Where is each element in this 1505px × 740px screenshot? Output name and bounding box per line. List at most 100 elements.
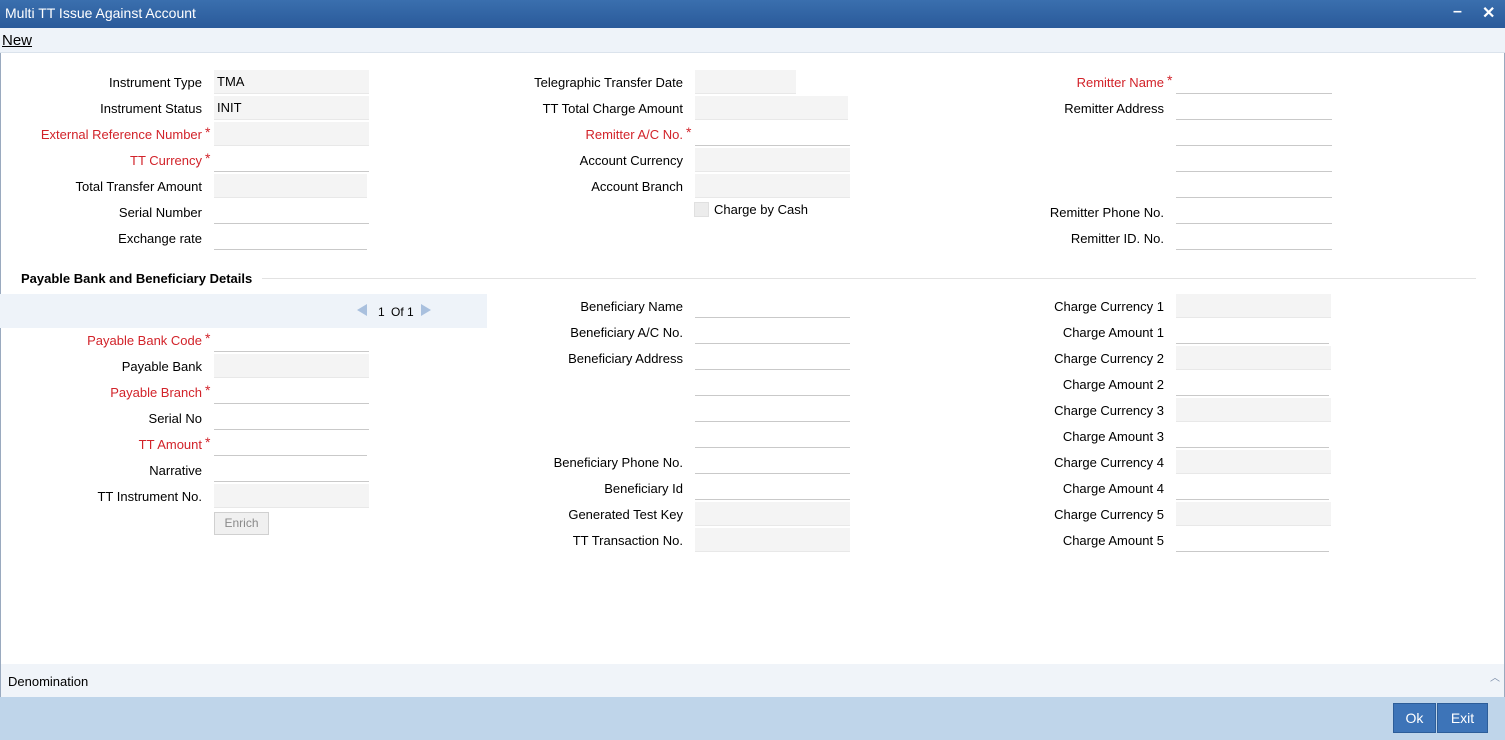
beneficiary-name-label: Beneficiary Name — [580, 299, 683, 314]
exchange-rate-field[interactable] — [214, 226, 367, 250]
remitter-address-label: Remitter Address — [1064, 101, 1164, 116]
exchange-rate-label: Exchange rate — [118, 231, 202, 246]
telegraphic-transfer-date-label: Telegraphic Transfer Date — [534, 75, 683, 90]
minimize-icon[interactable]: – — [1453, 3, 1462, 21]
charge-amount-3-label: Charge Amount 3 — [1062, 429, 1164, 444]
generated-test-key-field — [695, 502, 850, 526]
frame-border-left — [0, 53, 1, 740]
total-transfer-amount-label: Total Transfer Amount — [75, 179, 202, 194]
charge-currency-5-label: Charge Currency 5 — [1054, 507, 1164, 522]
previous-record-icon[interactable] — [357, 304, 367, 316]
instrument-type-label: Instrument Type — [109, 75, 202, 90]
narrative-field[interactable] — [214, 458, 369, 482]
serial-number-field[interactable] — [214, 200, 369, 224]
charge-amount-4-label: Charge Amount 4 — [1062, 481, 1164, 496]
payable-bank-field — [214, 354, 369, 378]
tt-instrument-no-field — [214, 484, 369, 508]
remitter-ac-no-label: Remitter A/C No. — [585, 127, 683, 142]
remitter-id-label: Remitter ID. No. — [1070, 231, 1164, 246]
new-link[interactable]: New — [2, 32, 32, 49]
current-record: 1 — [378, 305, 385, 319]
required-marker: * — [205, 382, 211, 398]
tt-total-charge-amount-label: TT Total Charge Amount — [542, 101, 683, 116]
tt-amount-field[interactable] — [214, 432, 367, 456]
charge-amount-5-label: Charge Amount 5 — [1062, 533, 1164, 548]
tt-currency-label: TT Currency — [130, 153, 202, 168]
charge-amount-5-field[interactable] — [1176, 528, 1329, 552]
remitter-ac-no-field[interactable] — [695, 122, 850, 146]
charge-currency-1-label: Charge Currency 1 — [1054, 299, 1164, 314]
generated-test-key-label: Generated Test Key — [568, 507, 683, 522]
charge-amount-1-label: Charge Amount 1 — [1062, 325, 1164, 340]
tt-total-charge-amount-field — [695, 96, 848, 120]
record-navigator: 1 Of 1 — [0, 294, 487, 328]
beneficiary-address-line-3[interactable] — [695, 398, 850, 422]
tt-transaction-no-label: TT Transaction No. — [572, 533, 683, 548]
external-reference-field[interactable] — [214, 122, 369, 146]
charge-amount-2-label: Charge Amount 2 — [1062, 377, 1164, 392]
charge-amount-2-field[interactable] — [1176, 372, 1329, 396]
payable-branch-label: Payable Branch — [110, 385, 202, 400]
account-branch-field — [695, 174, 850, 198]
section-title: Payable Bank and Beneficiary Details — [21, 271, 253, 286]
narrative-label: Narrative — [149, 463, 202, 478]
charge-currency-5-field — [1176, 502, 1331, 526]
charge-amount-3-field[interactable] — [1176, 424, 1329, 448]
remitter-address-line-4[interactable] — [1176, 174, 1332, 198]
tt-amount-label: TT Amount — [138, 437, 202, 452]
next-record-icon[interactable] — [421, 304, 431, 316]
charge-currency-2-label: Charge Currency 2 — [1054, 351, 1164, 366]
beneficiary-name-field[interactable] — [695, 294, 850, 318]
tt-instrument-no-label: TT Instrument No. — [97, 489, 202, 504]
serial-no-field[interactable] — [214, 406, 369, 430]
account-currency-label: Account Currency — [579, 153, 683, 168]
charge-currency-3-field — [1176, 398, 1331, 422]
remitter-name-field[interactable] — [1176, 70, 1332, 94]
window-title: Multi TT Issue Against Account — [5, 5, 196, 21]
charge-currency-4-field — [1176, 450, 1331, 474]
payable-branch-field[interactable] — [214, 380, 369, 404]
remitter-id-field[interactable] — [1176, 226, 1332, 250]
charge-amount-4-field[interactable] — [1176, 476, 1329, 500]
window-title-bar: Multi TT Issue Against Account – ✕ — [0, 0, 1505, 28]
charge-amount-1-field[interactable] — [1176, 320, 1329, 344]
charge-by-cash-label: Charge by Cash — [714, 202, 808, 217]
tt-currency-field[interactable] — [214, 148, 369, 172]
remitter-address-line-1[interactable] — [1176, 96, 1332, 120]
beneficiary-phone-field[interactable] — [695, 450, 850, 474]
payable-bank-code-label: Payable Bank Code — [87, 333, 202, 348]
beneficiary-address-line-1[interactable] — [695, 346, 850, 370]
beneficiary-id-label: Beneficiary Id — [604, 481, 683, 496]
beneficiary-address-line-4[interactable] — [695, 424, 850, 448]
charge-currency-2-field — [1176, 346, 1331, 370]
charge-by-cash-checkbox[interactable] — [694, 202, 709, 217]
required-marker: * — [205, 150, 211, 166]
required-marker: * — [205, 330, 211, 346]
serial-number-label: Serial Number — [118, 205, 202, 220]
payable-bank-code-field[interactable] — [214, 328, 369, 352]
serial-no-label: Serial No — [148, 411, 202, 426]
beneficiary-address-line-2[interactable] — [695, 372, 850, 396]
enrich-button[interactable]: Enrich — [214, 512, 269, 535]
ok-button[interactable]: Ok — [1393, 703, 1436, 733]
charge-currency-3-label: Charge Currency 3 — [1054, 403, 1164, 418]
remitter-phone-field[interactable] — [1176, 200, 1332, 224]
external-reference-label: External Reference Number — [40, 127, 202, 142]
required-marker: * — [1167, 72, 1173, 88]
remitter-address-line-2[interactable] — [1176, 122, 1332, 146]
close-icon[interactable]: ✕ — [1482, 3, 1495, 23]
footer-bar — [0, 697, 1505, 740]
total-transfer-amount-field — [214, 174, 367, 198]
remitter-address-line-3[interactable] — [1176, 148, 1332, 172]
beneficiary-id-field[interactable] — [695, 476, 850, 500]
beneficiary-ac-no-field[interactable] — [695, 320, 850, 344]
charge-currency-4-label: Charge Currency 4 — [1054, 455, 1164, 470]
chevron-up-icon[interactable]: ︿ — [1490, 669, 1500, 684]
exit-button[interactable]: Exit — [1437, 703, 1488, 733]
instrument-type-field — [214, 70, 369, 94]
record-count: Of 1 — [391, 305, 414, 319]
denomination-bar: Denomination ︿ — [1, 664, 1504, 697]
denomination-link[interactable]: Denomination — [8, 674, 88, 689]
beneficiary-address-label: Beneficiary Address — [568, 351, 683, 366]
account-branch-label: Account Branch — [591, 179, 683, 194]
